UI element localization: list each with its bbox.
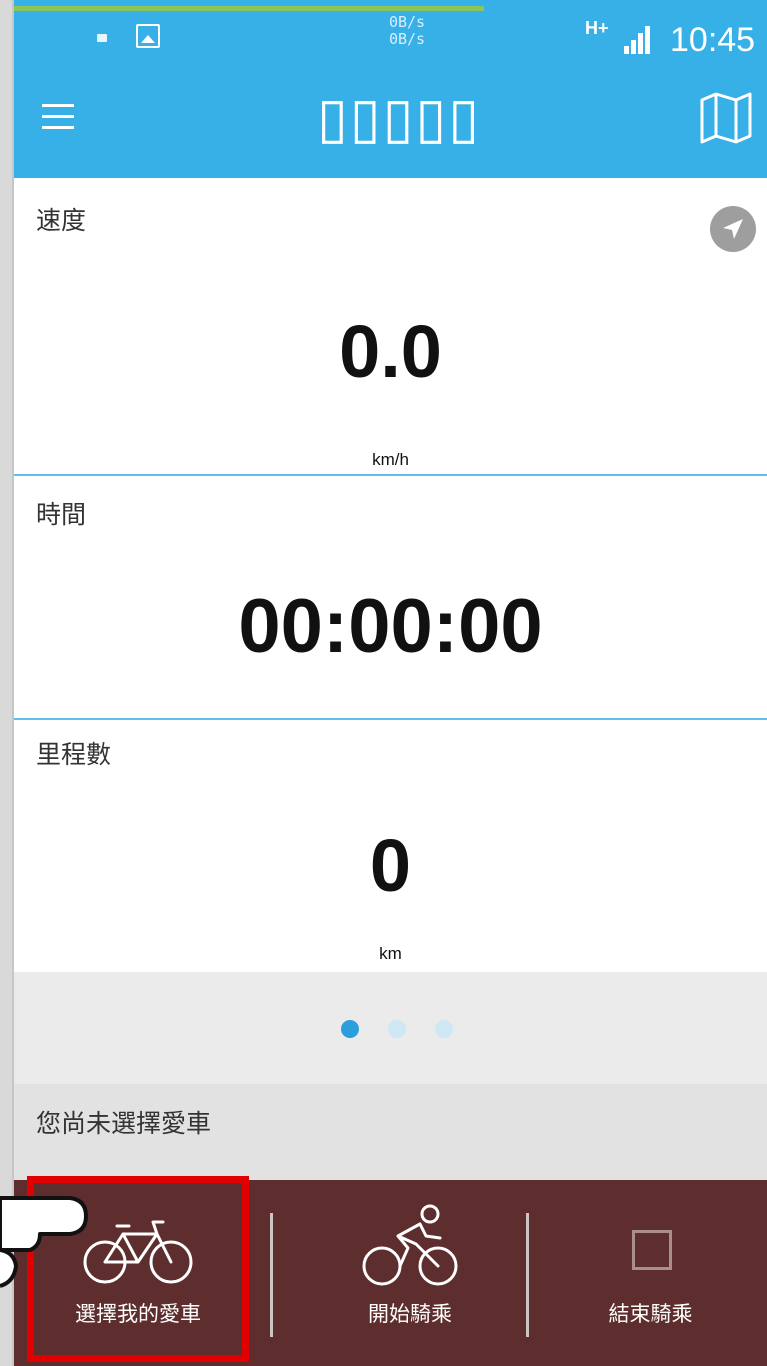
speed-unit: km/h <box>372 450 409 469</box>
message-notification-icon <box>97 34 107 42</box>
upload-speed: 0B/s <box>388 13 426 31</box>
speed-label: 速度 <box>36 206 87 235</box>
download-speed: 0B/s <box>388 30 426 48</box>
distance-value: 0 <box>369 824 412 907</box>
pointing-hand-icon <box>0 1196 88 1288</box>
folded-map-icon[interactable] <box>698 90 754 146</box>
start-ride-button[interactable]: 開始騎乘 <box>284 1180 536 1366</box>
page-dot[interactable] <box>435 1020 453 1038</box>
start-ride-label: 開始騎乘 <box>368 1302 452 1326</box>
action-divider <box>526 1213 529 1337</box>
cyclist-icon <box>362 1204 458 1286</box>
loading-progress-bar <box>14 6 484 11</box>
signal-strength-icon <box>624 26 650 54</box>
action-divider <box>270 1213 273 1337</box>
distance-label: 里程數 <box>36 740 112 769</box>
location-arrow-icon[interactable] <box>710 206 756 252</box>
distance-unit: km <box>379 944 402 963</box>
end-ride-button[interactable]: 結束騎乘 <box>534 1180 767 1366</box>
app-header: 0B/s 0B/s H+ 10:45 ▯▯▯▯▯ <box>14 0 767 178</box>
status-clock: 10:45 <box>670 21 756 59</box>
page-title: ▯▯▯▯▯ <box>316 86 482 149</box>
hamburger-menu-icon[interactable] <box>42 104 74 130</box>
network-speed: 0B/s 0B/s <box>377 14 437 48</box>
time-label: 時間 <box>36 500 87 529</box>
page-dot[interactable] <box>388 1020 406 1038</box>
image-notification-icon <box>136 24 160 48</box>
network-type: H+ <box>585 18 609 38</box>
phone-screen: 0B/s 0B/s H+ 10:45 ▯▯▯▯▯ 速度 0.0 km/h 時間 … <box>14 0 767 1366</box>
stop-square-icon <box>632 1230 672 1270</box>
speed-value: 0.0 <box>339 310 442 393</box>
time-value: 00:00:00 <box>238 584 543 669</box>
bike-status-text: 您尚未選擇愛車 <box>36 1109 212 1138</box>
page-dot-active[interactable] <box>341 1020 359 1038</box>
end-ride-label: 結束騎乘 <box>608 1302 693 1326</box>
